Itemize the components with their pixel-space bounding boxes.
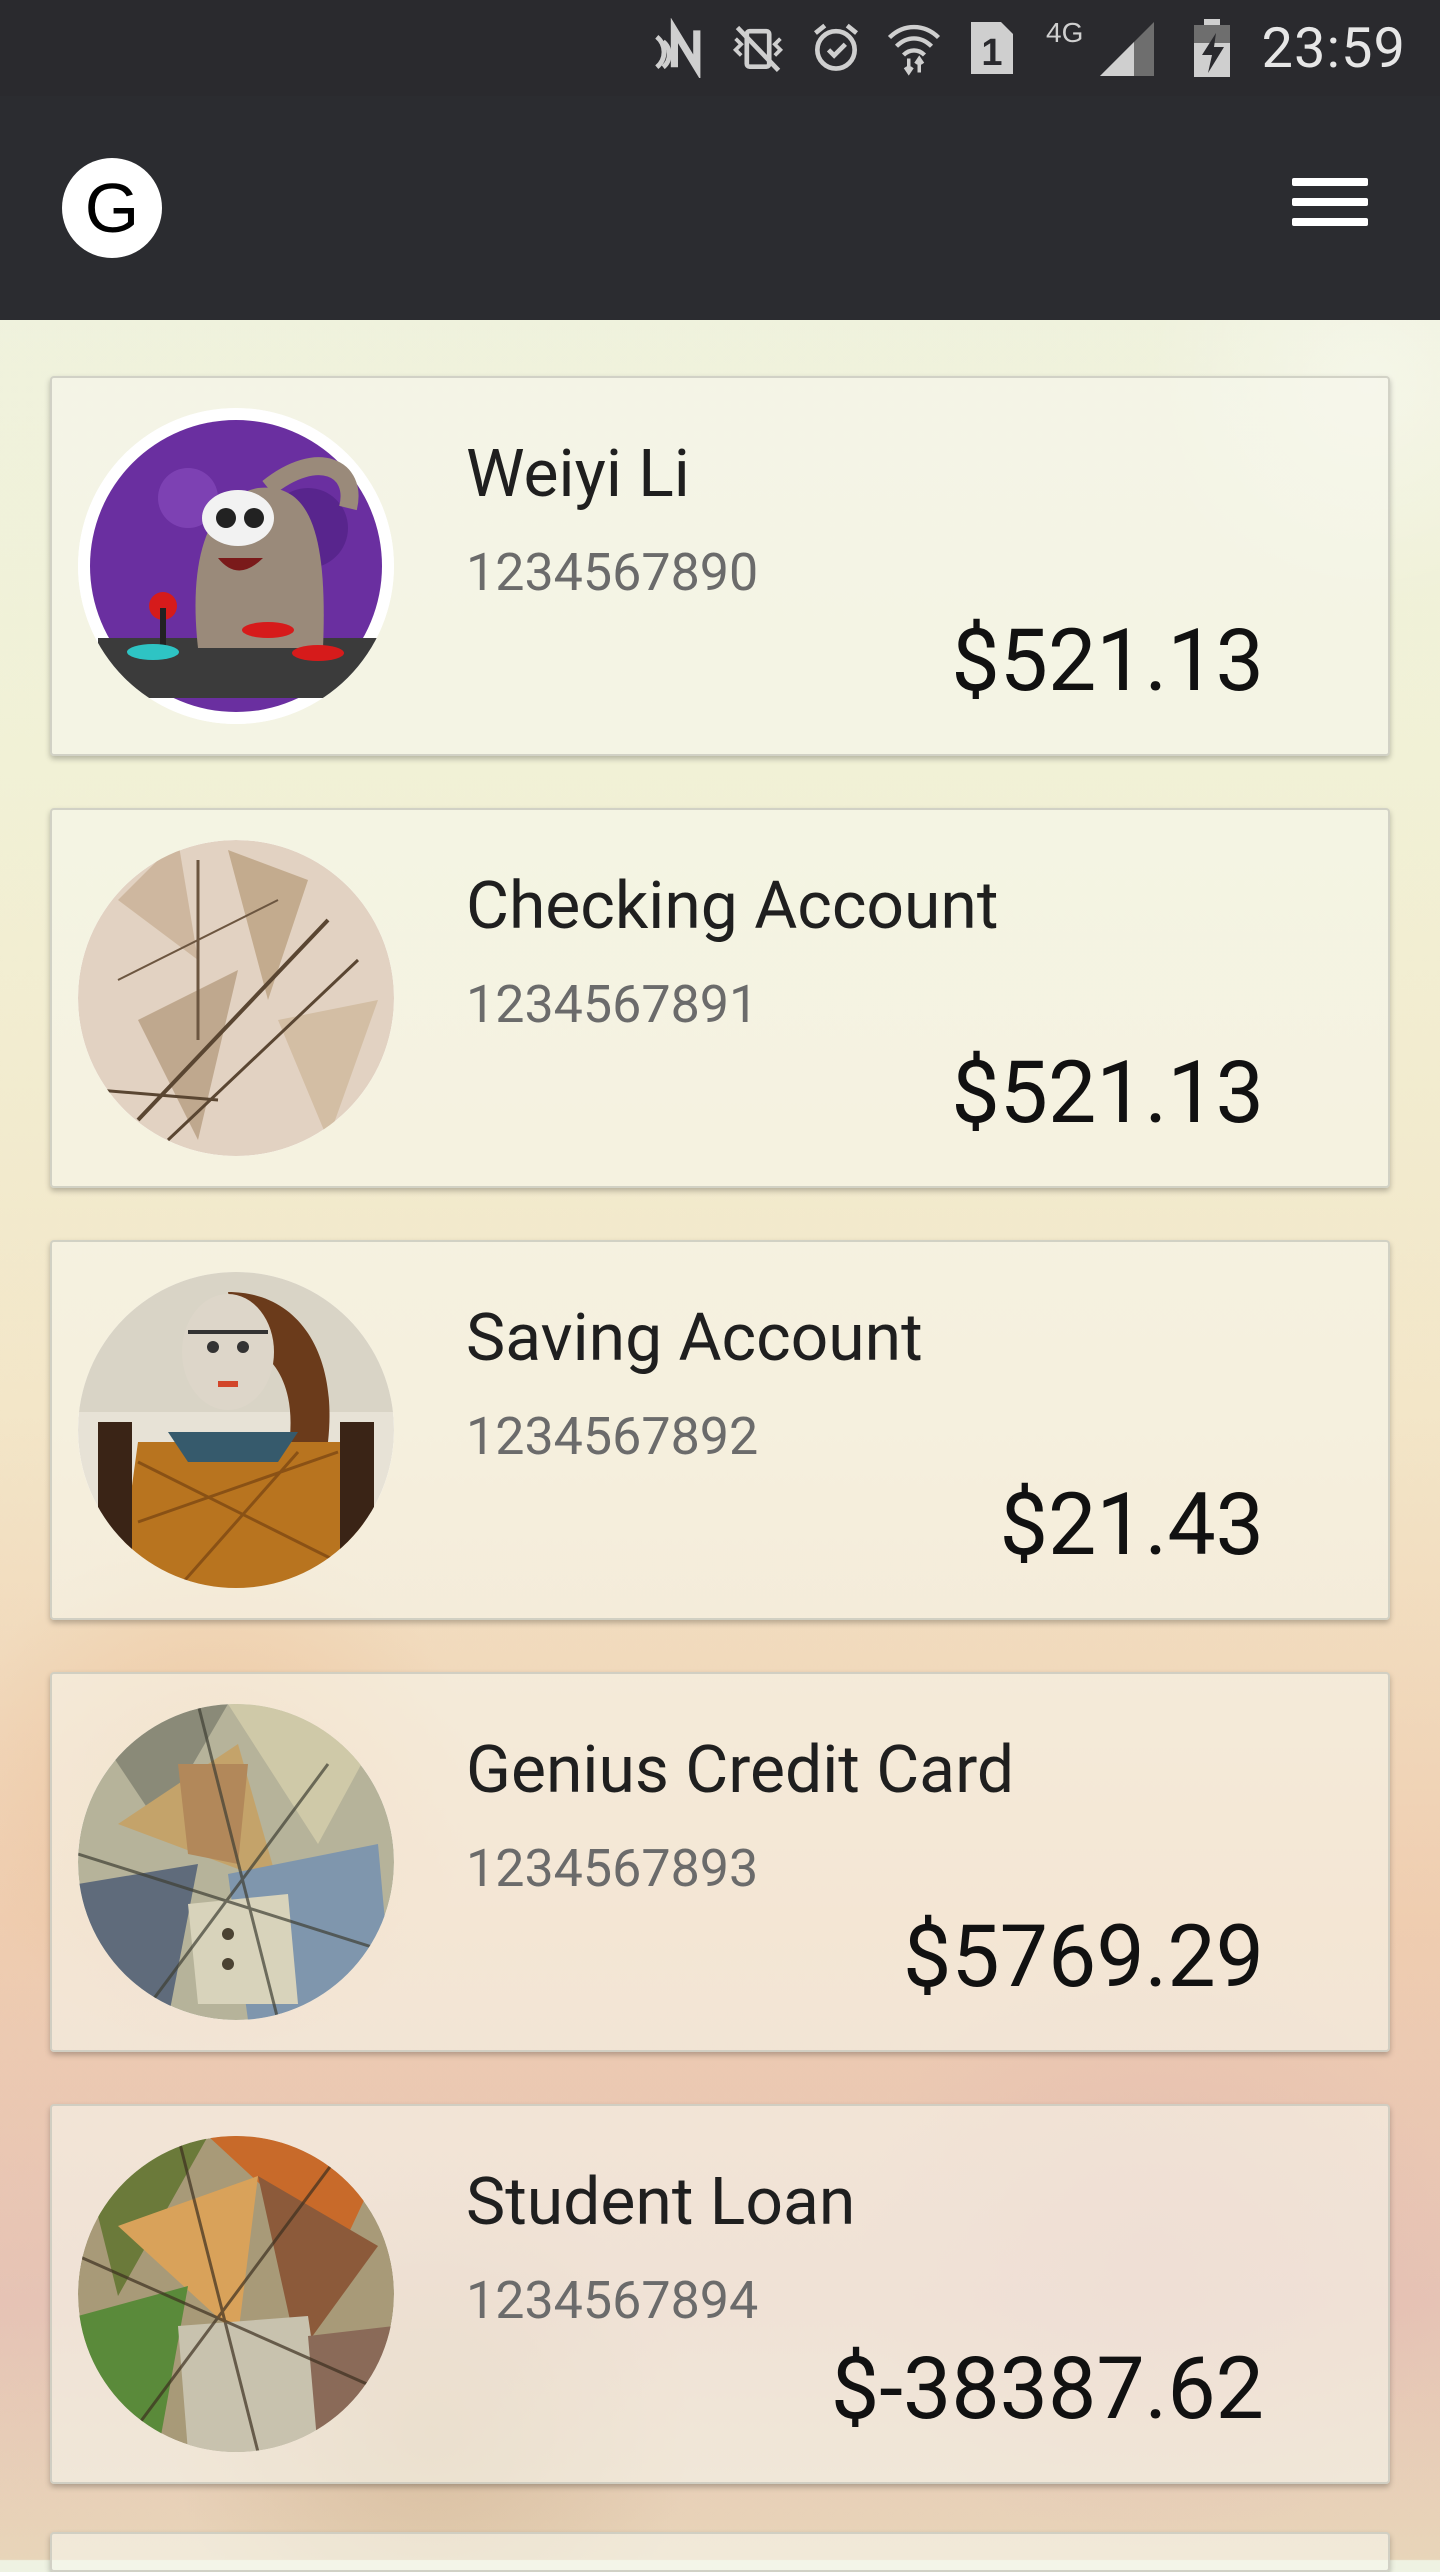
account-card[interactable]: Weiyi Li 1234567890 $521.13 xyxy=(50,376,1390,756)
account-number: 1234567893 xyxy=(466,1838,759,1899)
nfc-icon xyxy=(652,18,708,78)
account-name: Checking Account xyxy=(466,868,999,945)
account-number: 1234567891 xyxy=(466,974,759,1035)
account-card-partial[interactable] xyxy=(50,2532,1390,2572)
account-card[interactable]: Genius Credit Card 1234567893 $5769.29 xyxy=(50,1672,1390,2052)
network-label: 4G xyxy=(1046,18,1083,48)
portrait-girl-painting-avatar xyxy=(78,1272,394,1588)
account-balance: $5769.29 xyxy=(902,1906,1264,2007)
account-number: 1234567894 xyxy=(466,2270,759,2331)
account-card[interactable]: Checking Account 1234567891 $521.13 xyxy=(50,808,1390,1188)
wifi-icon xyxy=(886,20,942,76)
account-balance: $-38387.62 xyxy=(830,2338,1264,2439)
account-name: Saving Account xyxy=(466,1300,923,1377)
signal-icon: 4G xyxy=(1042,18,1162,76)
app-logo[interactable]: G xyxy=(62,158,162,258)
vibrate-off-icon xyxy=(730,20,786,76)
account-name: Weiyi Li xyxy=(466,436,690,513)
app-bar: G xyxy=(0,96,1440,320)
cubist-figure-avatar xyxy=(78,2136,394,2452)
sim-label: 1 xyxy=(981,32,1002,74)
account-number: 1234567892 xyxy=(466,1406,759,1467)
account-name: Genius Credit Card xyxy=(466,1732,1015,1809)
account-card[interactable]: Saving Account 1234567892 $21.43 xyxy=(50,1240,1390,1620)
status-bar: 1 4G 23:59 xyxy=(0,0,1440,96)
hamburger-menu-icon[interactable] xyxy=(1292,174,1368,230)
account-balance: $21.43 xyxy=(999,1474,1264,1575)
cubist-sketch-avatar xyxy=(78,840,394,1156)
cartoon-raccoon-avatar xyxy=(78,408,394,724)
clock-time: 23:59 xyxy=(1261,15,1406,81)
account-number: 1234567890 xyxy=(466,542,759,603)
alarm-icon xyxy=(808,20,864,76)
account-card[interactable]: Student Loan 1234567894 $-38387.62 xyxy=(50,2104,1390,2484)
battery-charging-icon xyxy=(1184,19,1240,77)
account-balance: $521.13 xyxy=(951,1042,1264,1143)
account-name: Student Loan xyxy=(466,2164,856,2241)
account-balance: $521.13 xyxy=(951,610,1264,711)
cubist-portrait-avatar xyxy=(78,1704,394,2020)
sim-icon: 1 xyxy=(964,20,1020,76)
